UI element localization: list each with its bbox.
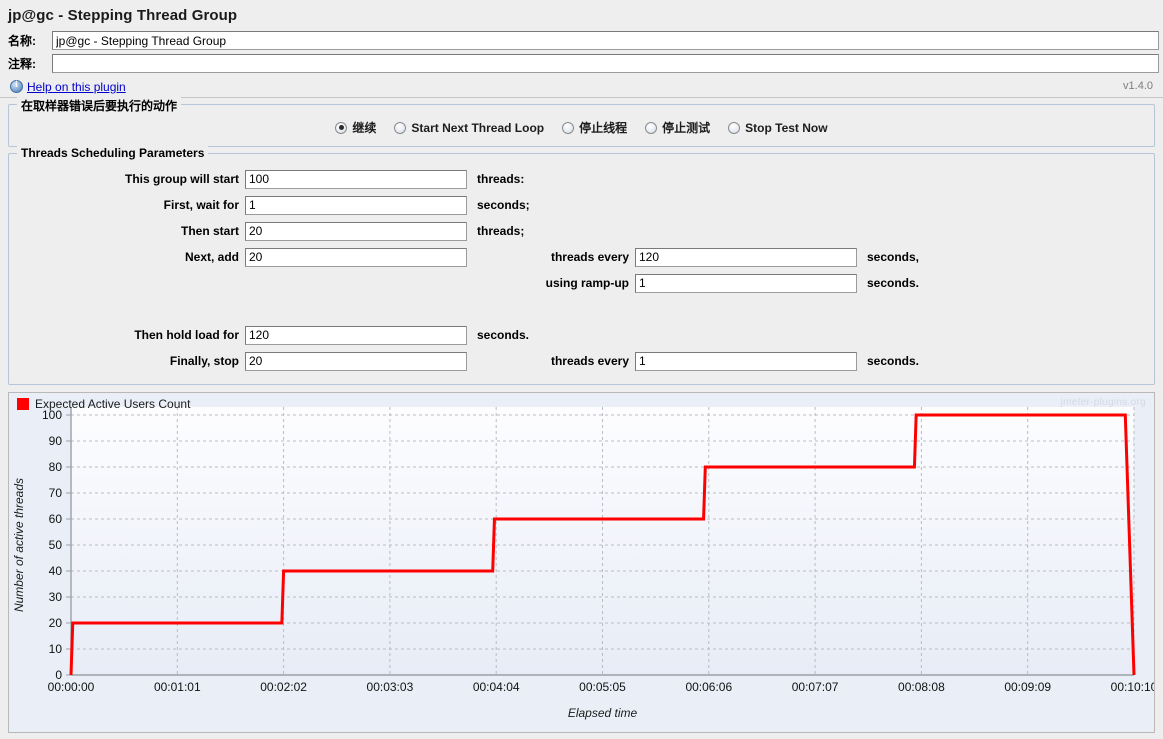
param-suffix: threads; <box>477 224 525 238</box>
threads-every-stop-input[interactable] <box>635 351 857 371</box>
plugin-version-label: v1.4.0 <box>1123 80 1153 92</box>
radio-label: 停止线程 <box>579 121 628 135</box>
param-label: This group will start <box>124 172 239 186</box>
comment-label: 注释: <box>8 57 36 71</box>
param-label: using ramp-up <box>545 276 629 290</box>
finally-stop-input[interactable] <box>245 351 467 371</box>
radio-stop-test-now[interactable]: Stop Test Now <box>728 120 828 135</box>
error-action-group-title: 在取样器错误后要执行的动作 <box>17 97 182 114</box>
svg-text:00:07:07: 00:07:07 <box>792 680 839 694</box>
threads-every-rampstep-input[interactable] <box>635 247 857 267</box>
radio-stop-thread[interactable]: 停止线程 <box>562 119 627 136</box>
comment-input[interactable] <box>52 54 1159 73</box>
comment-field-row: 注释: <box>0 53 1163 74</box>
svg-text:00:01:01: 00:01:01 <box>154 680 201 694</box>
radio-dot-icon <box>562 121 575 134</box>
svg-text:00:02:02: 00:02:02 <box>260 680 307 694</box>
svg-text:80: 80 <box>49 460 63 474</box>
svg-text:00:09:09: 00:09:09 <box>1004 680 1051 694</box>
threads-scheduling-body: This group will start threads: First, wa… <box>9 154 1154 384</box>
stepping-thread-group-panel: jp@gc - Stepping Thread Group 名称: 注释: He… <box>0 0 1163 739</box>
param-row-using-ramp-up: using ramp-up seconds. <box>9 270 1154 296</box>
param-label: Then start <box>180 224 239 238</box>
next-add-input[interactable] <box>245 247 467 267</box>
param-label: First, wait for <box>163 198 239 212</box>
this-group-will-start-input[interactable] <box>245 169 467 189</box>
name-field-row: 名称: <box>0 30 1163 51</box>
param-label: threads every <box>550 354 629 368</box>
threads-scheduling-group-title: Threads Scheduling Parameters <box>17 146 209 160</box>
chart-canvas: 010203040506070809010000:00:00 00:01:01 00… <box>9 393 1154 723</box>
radio-dot-icon <box>645 121 658 134</box>
param-row-finally-stop: Finally, stop threads every seconds. <box>9 348 1154 374</box>
info-icon <box>10 79 23 93</box>
radio-dot-icon <box>394 121 407 134</box>
page-title: jp@gc - Stepping Thread Group <box>8 6 238 24</box>
name-input[interactable] <box>52 31 1159 50</box>
svg-text:00:05:05: 00:05:05 <box>579 680 626 694</box>
legend-label: Expected Active Users Count <box>35 397 191 411</box>
svg-text:50: 50 <box>49 538 63 552</box>
then-hold-load-for-input[interactable] <box>245 325 467 345</box>
radio-label: 继续 <box>352 121 377 135</box>
expected-load-chart: Expected Active Users Count jmeter-plugi… <box>8 392 1155 733</box>
svg-text:70: 70 <box>49 486 63 500</box>
radio-label: Stop Test Now <box>745 120 828 135</box>
svg-text:00:00:00: 00:00:00 <box>48 680 95 694</box>
chart-watermark: jmeter-plugins.org <box>1060 397 1146 408</box>
radio-label: 停止测试 <box>662 121 711 135</box>
svg-text:20: 20 <box>49 616 63 630</box>
svg-text:00:04:04: 00:04:04 <box>473 680 520 694</box>
svg-text:00:10:10: 00:10:10 <box>1111 680 1154 694</box>
param-row-next-add: Next, add threads every seconds, <box>9 244 1154 270</box>
svg-text:Number of active threads: Number of active threads <box>12 478 26 612</box>
param-suffix: seconds. <box>867 354 920 368</box>
chart-legend: Expected Active Users Count <box>17 397 190 411</box>
svg-text:10: 10 <box>49 642 63 656</box>
param-row-first-wait-for: First, wait for seconds; <box>9 192 1154 218</box>
radio-label: Start Next Thread Loop <box>411 120 545 135</box>
radio-dot-icon <box>335 121 348 134</box>
svg-text:Elapsed time: Elapsed time <box>568 706 638 720</box>
param-spacer <box>245 274 467 293</box>
radio-stop-test[interactable]: 停止测试 <box>645 119 710 136</box>
svg-text:40: 40 <box>49 564 63 578</box>
svg-text:00:08:08: 00:08:08 <box>898 680 945 694</box>
param-suffix: threads: <box>477 172 525 186</box>
svg-text:60: 60 <box>49 512 63 526</box>
svg-text:00:06:06: 00:06:06 <box>685 680 732 694</box>
param-row-then-hold-load-for: Then hold load for seconds. <box>9 322 1154 348</box>
param-suffix: seconds. <box>477 328 530 342</box>
param-spacer-row <box>9 296 1154 322</box>
using-ramp-up-input[interactable] <box>635 273 857 293</box>
param-label: Next, add <box>184 250 239 264</box>
radio-continue[interactable]: 继续 <box>335 119 376 136</box>
param-row-group-will-start: This group will start threads: <box>9 166 1154 192</box>
param-suffix: seconds; <box>477 198 530 212</box>
radio-dot-icon <box>728 121 741 134</box>
then-start-input[interactable] <box>245 221 467 241</box>
title-bar: jp@gc - Stepping Thread Group <box>0 0 1163 30</box>
svg-text:00:03:03: 00:03:03 <box>367 680 414 694</box>
help-row: Help on this plugin v1.4.0 <box>0 76 1163 98</box>
svg-text:90: 90 <box>49 434 63 448</box>
first-wait-for-input[interactable] <box>245 195 467 215</box>
param-label: Finally, stop <box>169 354 239 368</box>
threads-scheduling-group: Threads Scheduling Parameters This group… <box>8 146 1155 385</box>
param-label: Then hold load for <box>134 328 239 342</box>
svg-text:30: 30 <box>49 590 63 604</box>
error-action-group: 在取样器错误后要执行的动作 继续 Start Next Thread Loop … <box>8 97 1155 147</box>
help-link[interactable]: Help on this plugin <box>27 80 126 94</box>
legend-color-swatch <box>17 398 29 410</box>
name-label: 名称: <box>8 34 36 48</box>
param-suffix: seconds. <box>867 276 920 290</box>
param-suffix: seconds, <box>867 250 920 264</box>
param-label: threads every <box>550 250 629 264</box>
radio-start-next-thread-loop[interactable]: Start Next Thread Loop <box>394 121 544 135</box>
param-row-then-start: Then start threads; <box>9 218 1154 244</box>
